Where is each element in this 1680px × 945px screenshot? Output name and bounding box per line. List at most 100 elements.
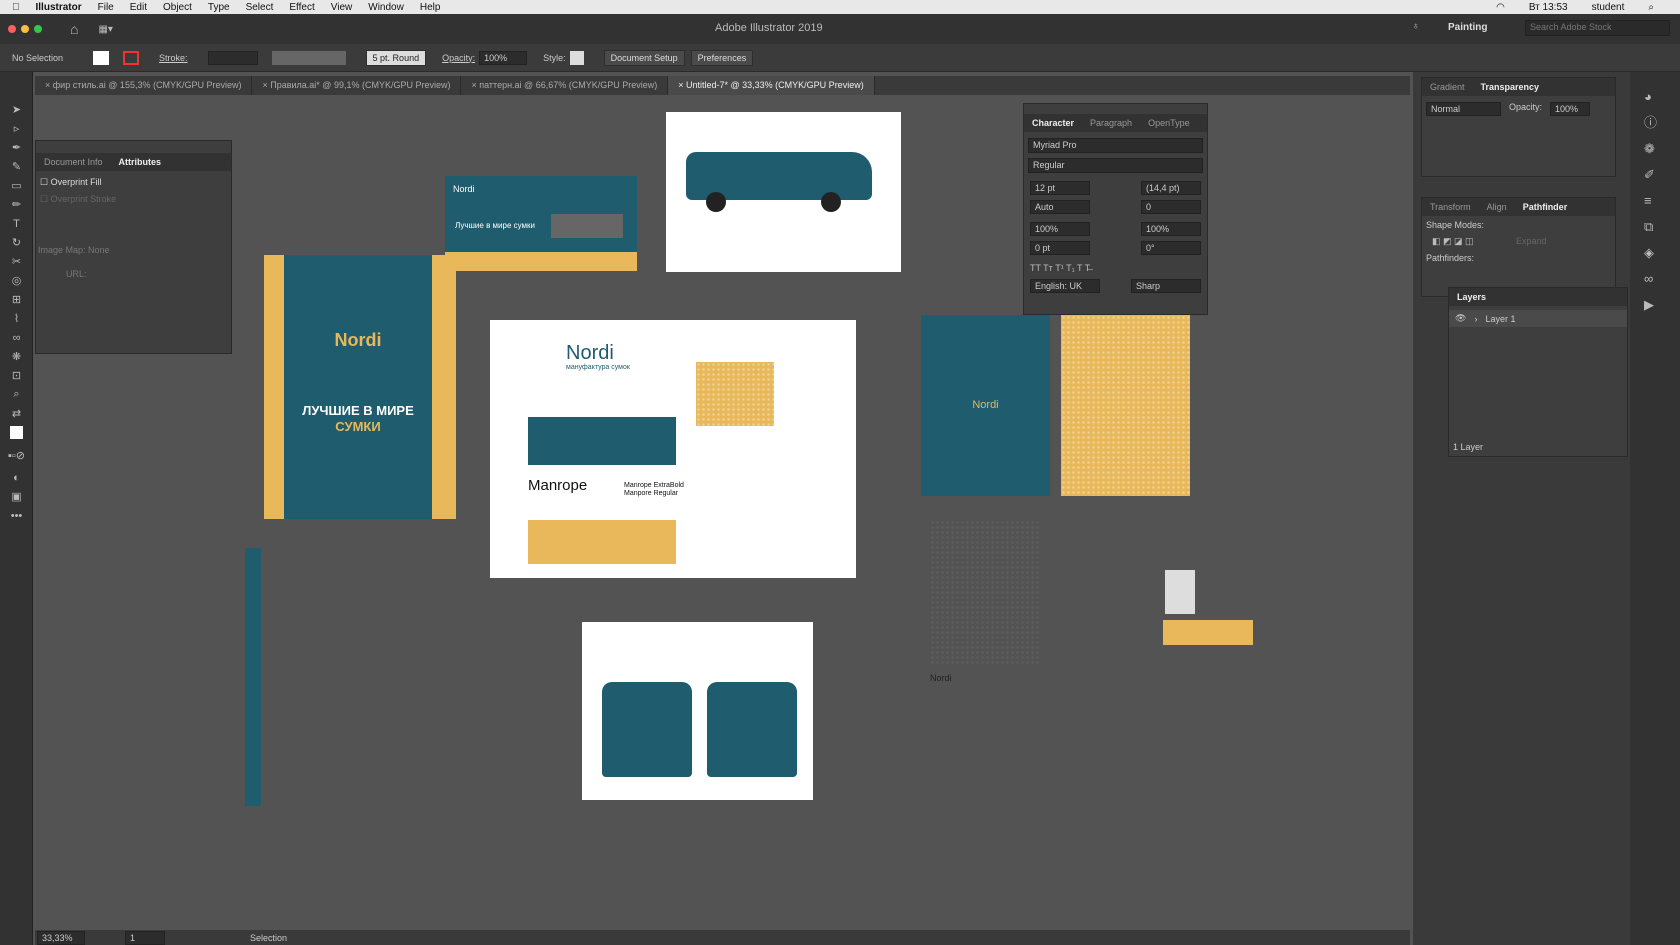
menu-help[interactable]: Help <box>420 2 441 13</box>
minimize-window-button[interactable] <box>21 25 29 33</box>
home-icon[interactable]: ⌂ <box>70 21 78 37</box>
style-swatch[interactable] <box>569 50 584 65</box>
artwork-brandbook[interactable]: Nordi мануфактура сумок Manrope Manrope … <box>490 320 856 578</box>
stroke-panel-icon[interactable]: ≡ <box>1644 188 1666 214</box>
apple-icon[interactable]:  <box>12 2 20 13</box>
rotate-tool-icon[interactable]: ↻ <box>0 233 33 252</box>
artwork-banner[interactable]: Nordi Лучшие в мире сумки <box>445 176 637 271</box>
tab-doc-3[interactable]: × паттерн.ai @ 66,67% (CMYK/GPU Preview) <box>461 76 669 95</box>
eyedropper-tool-icon[interactable]: ⌇ <box>0 309 33 328</box>
menu-type[interactable]: Type <box>208 2 230 13</box>
stock-search-input[interactable]: Search Adobe Stock <box>1525 20 1670 36</box>
tab-document-info[interactable]: Document Info <box>36 157 111 167</box>
artboard-tool-icon[interactable]: ⊡ <box>0 366 33 385</box>
shape-mode-buttons[interactable]: ◧ ◩ ◪ ◫ Expand <box>1422 234 1615 249</box>
tab-paragraph[interactable]: Paragraph <box>1082 118 1140 128</box>
tab-character[interactable]: Character <box>1024 118 1082 128</box>
blend-mode-select[interactable]: Normal <box>1426 102 1501 116</box>
artwork-bag-front[interactable]: Nordi <box>921 315 1050 496</box>
tab-doc-2[interactable]: × Правила.ai* @ 99,1% (CMYK/GPU Preview) <box>252 76 462 95</box>
menu-select[interactable]: Select <box>246 2 274 13</box>
menu-view[interactable]: View <box>331 2 353 13</box>
user-name[interactable]: student <box>1592 2 1625 13</box>
zoom-field[interactable]: 33,33% <box>37 930 85 945</box>
tab-gradient[interactable]: Gradient <box>1422 82 1473 92</box>
artboard-number-field[interactable]: 1 <box>125 930 165 945</box>
mesh-tool-icon[interactable]: ⊞ <box>0 290 33 309</box>
brushes-panel-icon[interactable]: ✐ <box>1644 162 1666 188</box>
lightbulb-icon[interactable]: ♁ <box>1412 21 1420 32</box>
antialias-select[interactable]: Sharp <box>1131 279 1201 293</box>
pen-tool-icon[interactable]: ✒ <box>0 138 33 157</box>
font-family-select[interactable]: Myriad Pro <box>1028 138 1203 153</box>
artwork-poster[interactable]: Nordi ЛУЧШИЕ В МИРЕ СУМКИ <box>264 255 456 519</box>
tab-pathfinder[interactable]: Pathfinder <box>1515 202 1576 212</box>
baseline-shift-field[interactable]: 0 pt <box>1030 241 1090 255</box>
artwork-badge[interactable] <box>1163 620 1253 645</box>
eye-icon[interactable]: 👁 <box>1455 313 1466 324</box>
appearance-panel-icon[interactable]: ⧉ <box>1644 214 1666 240</box>
tab-layers[interactable]: Layers <box>1449 292 1494 302</box>
leading-field[interactable]: (14,4 pt) <box>1141 181 1201 195</box>
tab-transform[interactable]: Transform <box>1422 202 1479 212</box>
menu-effect[interactable]: Effect <box>289 2 314 13</box>
search-icon[interactable]: ⌕ <box>1648 2 1654 13</box>
expand-icon[interactable]: › <box>1474 314 1477 324</box>
preferences-button[interactable]: Preferences <box>690 49 754 66</box>
canvas[interactable]: Document Info Attributes ☐ Overprint Fil… <box>35 95 1410 930</box>
tab-transparency[interactable]: Transparency <box>1473 82 1548 92</box>
tab-attributes[interactable]: Attributes <box>111 157 170 167</box>
transparency-opacity-field[interactable]: 100% <box>1550 102 1591 116</box>
tab-align[interactable]: Align <box>1479 202 1515 212</box>
url-field[interactable]: URL: <box>36 255 231 293</box>
type-tool-icon[interactable]: T <box>0 214 33 233</box>
app-menu[interactable]: Illustrator <box>36 2 82 13</box>
close-window-button[interactable] <box>8 25 16 33</box>
screen-mode-icon[interactable]: ▣ <box>0 487 33 506</box>
symbol-tool-icon[interactable]: ❋ <box>0 347 33 366</box>
menu-edit[interactable]: Edit <box>130 2 147 13</box>
links-panel-icon[interactable]: ∞ <box>1644 266 1666 292</box>
stroke-swatch[interactable] <box>123 50 140 65</box>
layers-panel-icon[interactable]: ◈ <box>1644 240 1666 266</box>
curvature-tool-icon[interactable]: ✎ <box>0 157 33 176</box>
artwork-van[interactable] <box>666 112 901 272</box>
rotation-field[interactable]: 0° <box>1141 241 1201 255</box>
menu-file[interactable]: File <box>98 2 114 13</box>
overprint-fill-checkbox[interactable]: ☐ Overprint Fill <box>36 171 231 194</box>
selection-tool-icon[interactable]: ➤ <box>0 100 33 119</box>
stroke-weight-field[interactable] <box>207 50 258 65</box>
menu-object[interactable]: Object <box>163 2 192 13</box>
opacity-label[interactable]: Opacity: <box>442 53 475 63</box>
kerning-field[interactable]: Auto <box>1030 200 1090 214</box>
stroke-label[interactable]: Stroke: <box>159 53 188 63</box>
layer-row[interactable]: 👁 › Layer 1 <box>1449 310 1627 327</box>
small-logo[interactable]: Nordi <box>930 673 952 683</box>
tab-opentype[interactable]: OpenType <box>1140 118 1198 128</box>
overprint-stroke-checkbox[interactable]: ☐ Overprint Stroke <box>36 194 231 205</box>
clock[interactable]: Вт 13:53 <box>1529 2 1568 13</box>
arrange-icon[interactable]: ▦▾ <box>98 24 112 35</box>
vertical-scale-field[interactable]: 100% <box>1030 222 1090 236</box>
actions-panel-icon[interactable]: ▶ <box>1644 292 1666 318</box>
type-style-buttons[interactable]: TT Tт T¹ T₁ T T̶ <box>1024 255 1207 273</box>
wifi-icon[interactable]: ◠ <box>1496 2 1505 13</box>
tab-doc-4[interactable]: × Untitled-7* @ 33,33% (CMYK/GPU Preview… <box>668 76 875 95</box>
artwork-pattern[interactable] <box>930 520 1040 665</box>
info-panel-icon[interactable]: ⓘ <box>1644 110 1666 136</box>
status-tool[interactable]: Selection <box>250 933 287 943</box>
color-mode-icon[interactable]: ▪▫⊘ <box>0 442 33 468</box>
shape-builder-tool-icon[interactable]: ◎ <box>0 271 33 290</box>
scissors-tool-icon[interactable]: ✂ <box>0 252 33 271</box>
badge-photo[interactable] <box>1165 570 1195 614</box>
tab-doc-1[interactable]: × фир стиль.ai @ 155,3% (CMYK/GPU Previe… <box>35 76 253 95</box>
tracking-field[interactable]: 0 <box>1141 200 1201 214</box>
artwork-vertical-strip[interactable] <box>245 548 261 806</box>
opacity-field[interactable]: 100% <box>479 50 528 65</box>
variable-width-profile[interactable] <box>271 50 346 65</box>
font-size-field[interactable]: 12 pt <box>1030 181 1090 195</box>
symbols-panel-icon[interactable]: ❁ <box>1644 136 1666 162</box>
zoom-tool-icon[interactable]: ⌕ <box>0 385 33 404</box>
rectangle-tool-icon[interactable]: ▭ <box>0 176 33 195</box>
color-panel-icon[interactable]: ◕ <box>1644 84 1666 110</box>
